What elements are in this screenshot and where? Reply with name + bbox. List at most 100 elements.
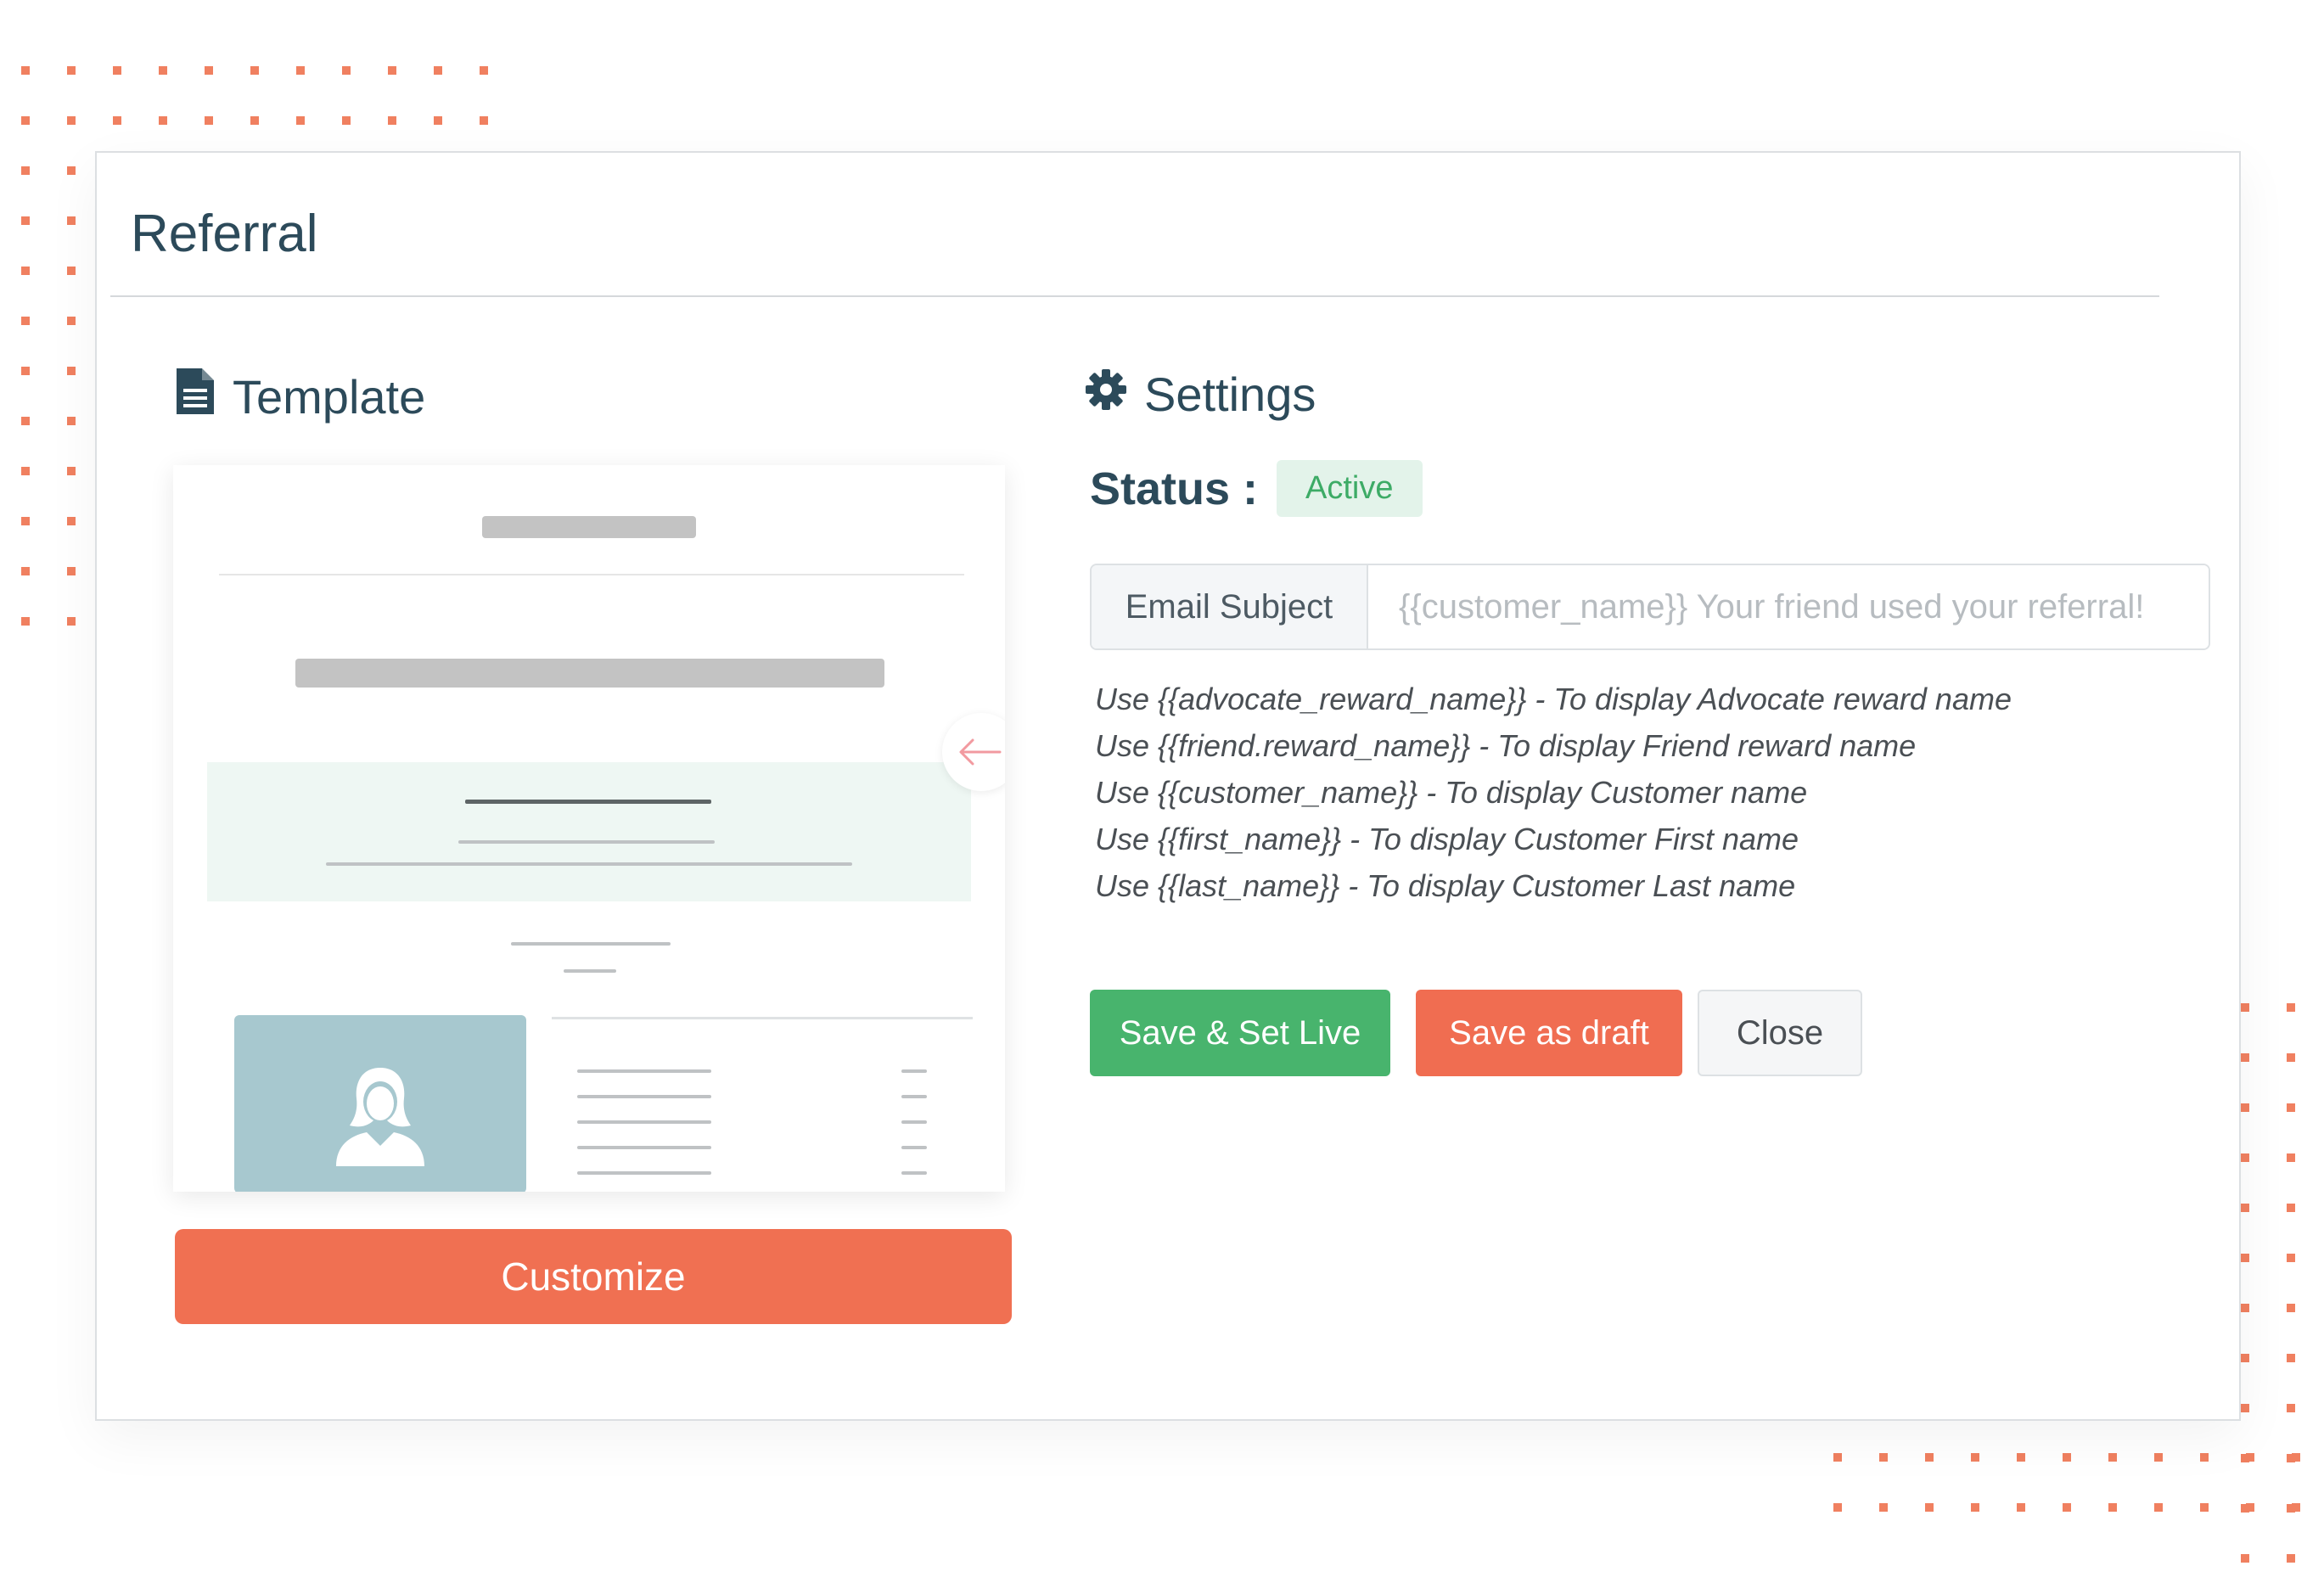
preview-list-line [577,1095,711,1098]
decorative-dot [113,66,121,75]
preview-header-bar [482,516,696,538]
customize-button[interactable]: Customize [175,1229,1012,1324]
decorative-dot [388,66,396,75]
close-button[interactable]: Close [1698,990,1862,1076]
decorative-dot [2200,1503,2209,1512]
decorative-dot [2287,1354,2295,1362]
card-title: Referral [131,205,318,263]
decorative-dot [2292,1453,2300,1462]
decorative-dot [21,216,30,225]
preview-highlight-block [207,762,971,901]
decorative-dot [2287,1153,2295,1162]
email-subject-group: Email Subject [1090,564,2210,650]
preview-divider [219,574,964,575]
decorative-dot [67,66,76,75]
template-heading: Template [175,367,425,427]
decorative-dot [21,166,30,175]
settings-heading-label: Settings [1144,368,1316,421]
decorative-dot [2241,1554,2249,1563]
decorative-dot [2108,1503,2117,1512]
decorative-dot [67,467,76,475]
decorative-dot [2287,1204,2295,1212]
decorative-dot [21,116,30,125]
decorative-dot [2017,1453,2025,1462]
decorative-dot [2108,1453,2117,1462]
preview-highlight-heading [465,800,711,804]
decorative-dot [2241,1003,2249,1012]
decorative-dot [250,66,259,75]
email-subject-input[interactable] [1368,565,2209,648]
decorative-dot [2287,1404,2295,1412]
save-as-draft-button[interactable]: Save as draft [1416,990,1682,1076]
decorative-dot [21,367,30,375]
decorative-dot [21,417,30,425]
decorative-dot [67,116,76,125]
status-label: Status : [1090,463,1259,514]
hint-customer-name: Use {{customer_name}} - To display Custo… [1095,775,1808,810]
decorative-dot [480,116,488,125]
decorative-dot [1879,1453,1888,1462]
decorative-dot [2063,1453,2071,1462]
decorative-dot [159,116,167,125]
user-avatar-icon [329,1061,431,1170]
preview-list-line [577,1171,711,1175]
preview-highlight-line [458,840,715,844]
decorative-dot [480,66,488,75]
decorative-dot [21,267,30,275]
title-divider [110,295,2159,297]
decorative-dot [2287,1003,2295,1012]
preview-title-bar [295,659,884,688]
hint-last-name: Use {{last_name}} - To display Customer … [1095,868,1796,903]
decorative-dot [342,116,351,125]
preview-text-line [564,969,616,973]
decorative-dot [2246,1503,2254,1512]
decorative-dot [296,66,305,75]
decorative-dot [67,367,76,375]
decorative-dot [1971,1503,1979,1512]
decorative-dot [2241,1254,2249,1262]
decorative-dot [2154,1503,2163,1512]
decorative-dot [2241,1053,2249,1062]
decorative-dot [205,116,213,125]
preview-list-line [901,1120,927,1124]
decorative-dot [21,66,30,75]
decorative-dot [434,116,442,125]
decorative-dot [250,116,259,125]
preview-list-line [901,1171,927,1175]
preview-photo-block [234,1015,526,1192]
template-heading-label: Template [233,370,426,424]
decorative-dot [21,567,30,575]
decorative-dot [434,66,442,75]
decorative-dot [2287,1103,2295,1112]
decorative-dot [296,116,305,125]
decorative-dot [159,66,167,75]
gear-icon [1085,367,1144,422]
decorative-dot [67,617,76,626]
decorative-dot [21,617,30,626]
preview-highlight-line [326,862,852,866]
decorative-dot [1833,1503,1842,1512]
decorative-dot [2241,1404,2249,1412]
save-and-set-live-button[interactable]: Save & Set Live [1090,990,1390,1076]
decorative-dot [2063,1503,2071,1512]
decorative-dot [1879,1503,1888,1512]
decorative-dot [205,66,213,75]
preview-list-line [577,1146,711,1149]
decorative-dot [2241,1153,2249,1162]
settings-heading: Settings [1085,367,1316,422]
decorative-dot [2017,1503,2025,1512]
decorative-dot [2241,1103,2249,1112]
decorative-dot [2154,1453,2163,1462]
decorative-dot [67,216,76,225]
decorative-dot [342,66,351,75]
decorative-dot [67,267,76,275]
decorative-dot [21,467,30,475]
preview-list-line [901,1146,927,1149]
decorative-dot [2246,1453,2254,1462]
referral-card: Referral Template Customize Settings Sta… [95,151,2241,1421]
status-row: Status : Active [1090,460,1423,517]
decorative-dot [67,166,76,175]
decorative-dot [1833,1453,1842,1462]
preview-list-line [577,1120,711,1124]
decorative-dot [2241,1204,2249,1212]
